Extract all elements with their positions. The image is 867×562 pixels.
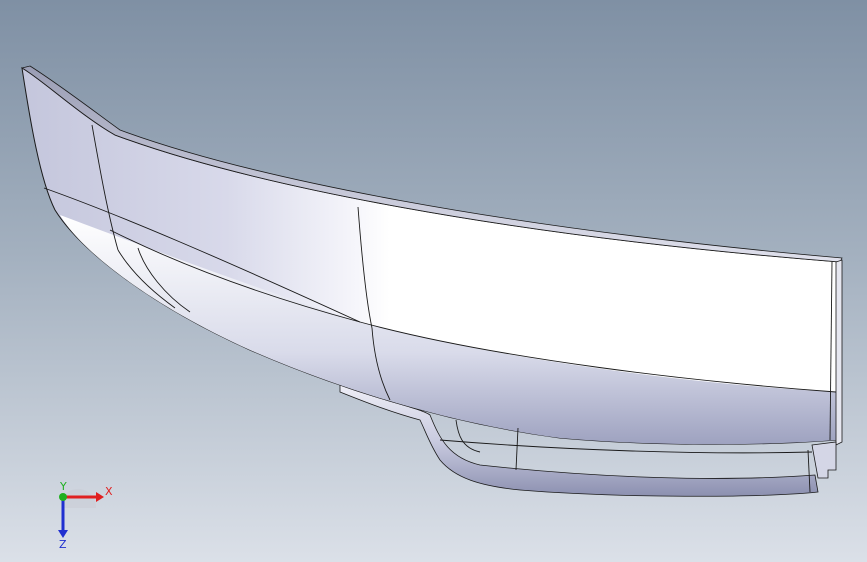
z-axis-label: Z <box>59 538 67 550</box>
bumper-right-end <box>835 259 843 446</box>
y-axis-icon <box>59 493 67 501</box>
z-arrow-icon <box>58 530 68 538</box>
graphics-viewport[interactable]: X Y Z <box>0 0 867 562</box>
3d-model-bumper[interactable] <box>0 0 867 562</box>
orientation-triad: X Y Z <box>44 480 114 551</box>
x-axis-label: X <box>105 485 113 498</box>
y-axis-label: Y <box>59 480 67 493</box>
bumper-bracket <box>811 441 837 479</box>
x-arrow-icon <box>96 492 104 502</box>
